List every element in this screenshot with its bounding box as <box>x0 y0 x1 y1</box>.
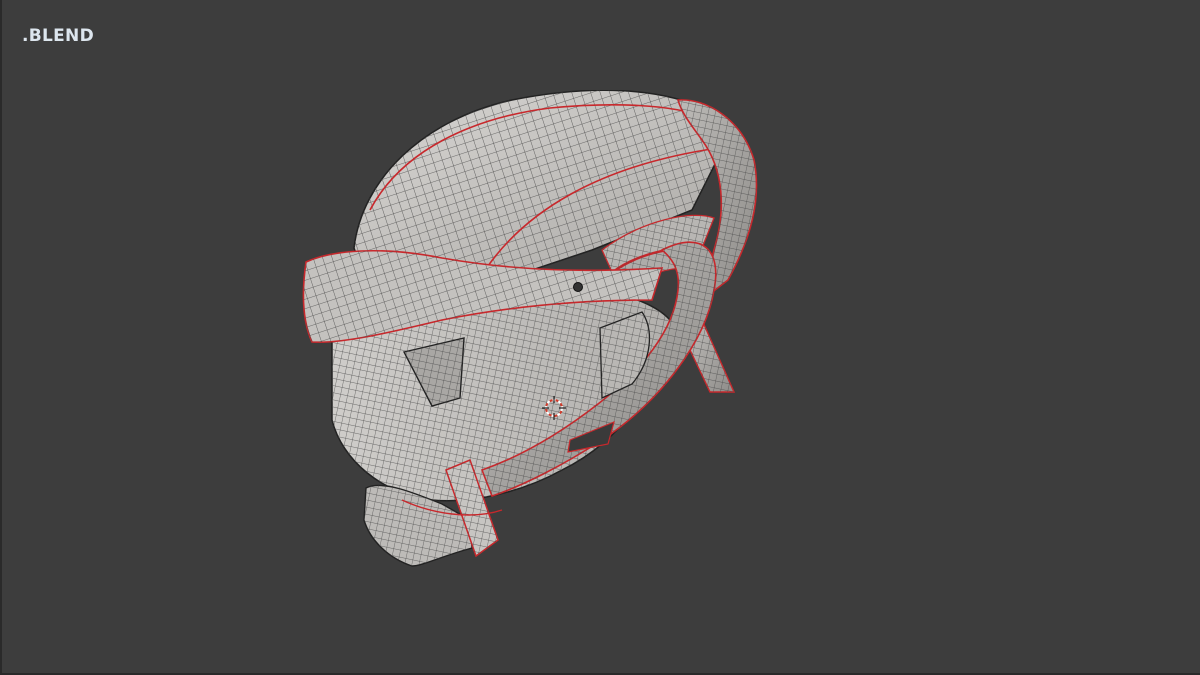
3d-cursor-icon[interactable] <box>541 395 567 421</box>
file-format-label: .BLEND <box>22 26 94 46</box>
3d-viewport[interactable]: .BLEND <box>0 0 1200 675</box>
helmet-model[interactable] <box>292 90 772 580</box>
